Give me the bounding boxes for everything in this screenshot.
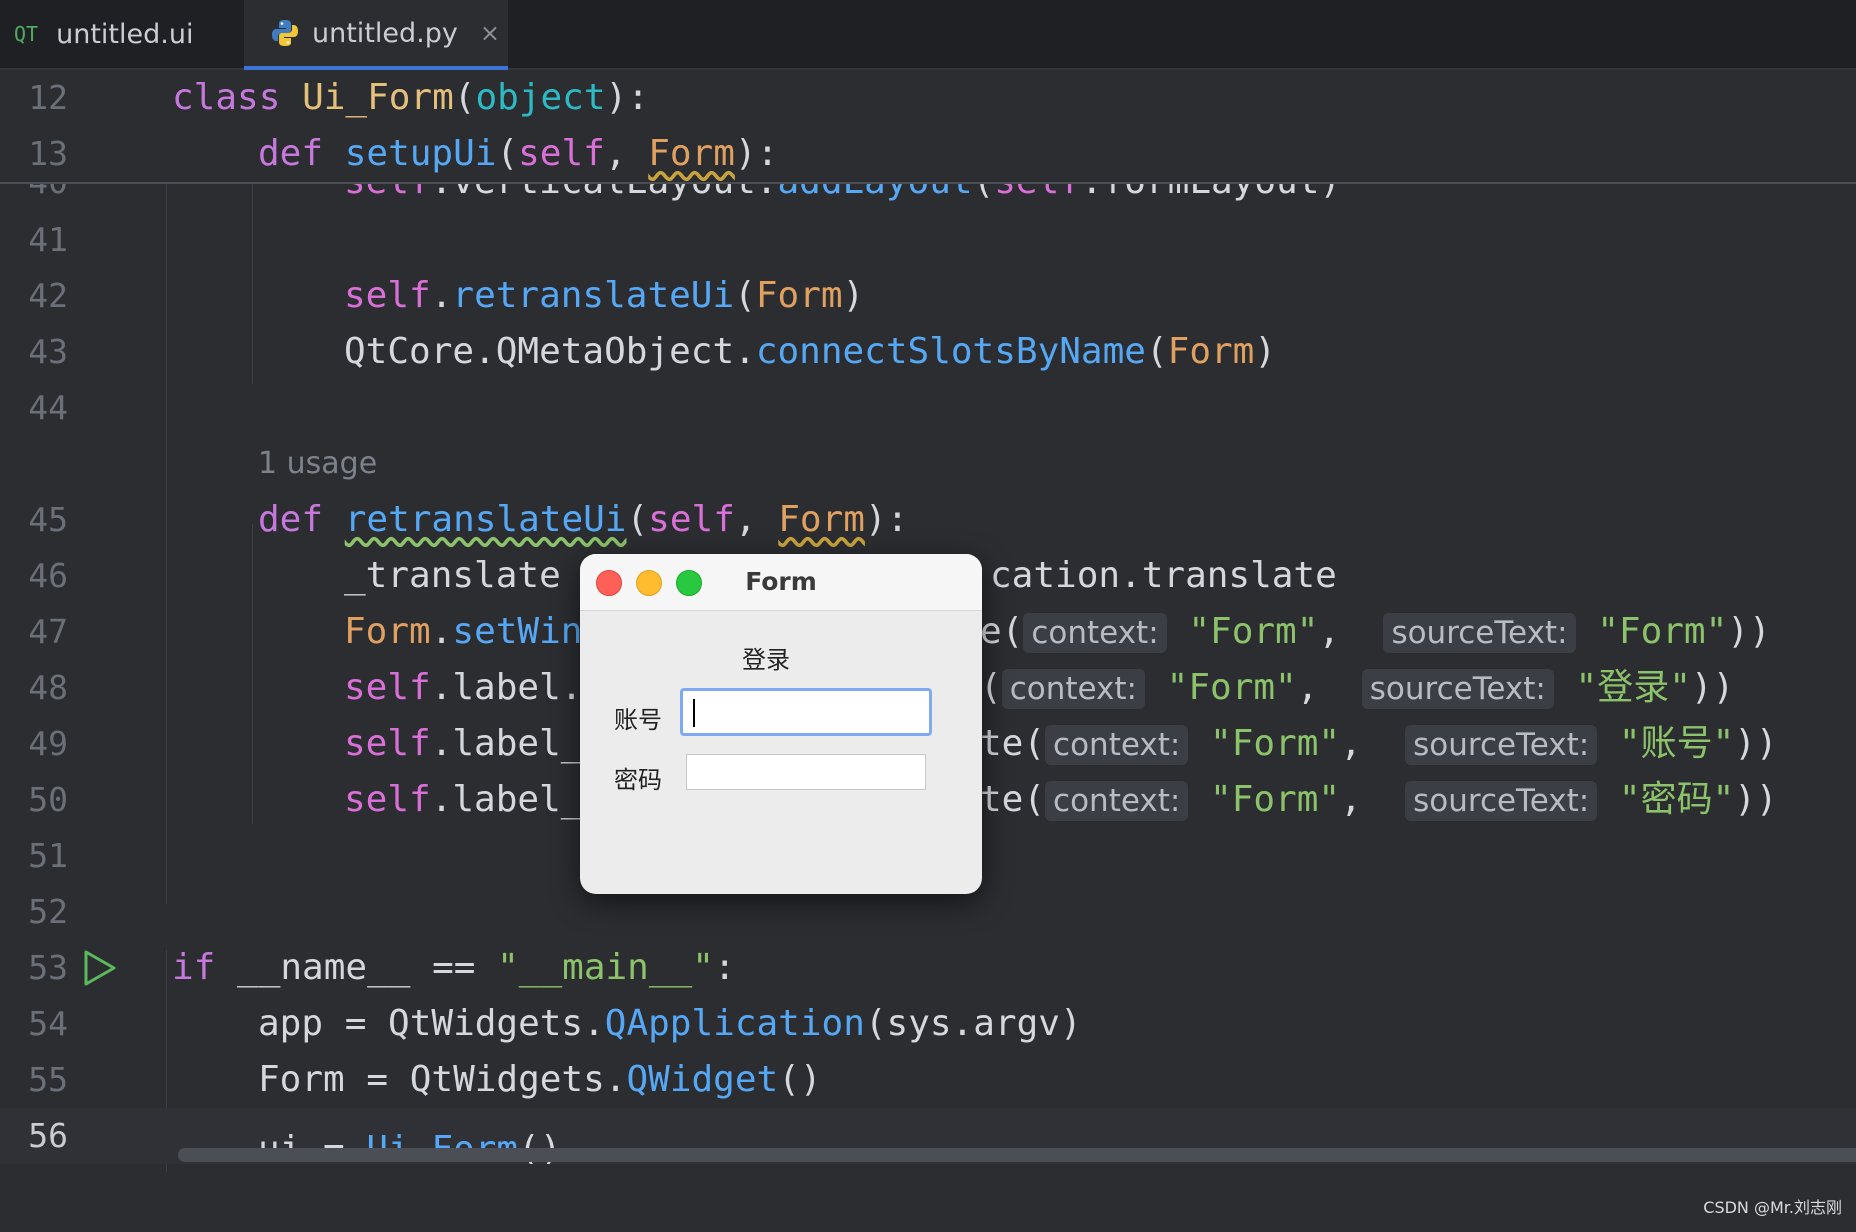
status-area: CSDN @Mr.刘志刚 — [0, 1172, 1856, 1232]
code-text[interactable]: cation.translate — [990, 548, 1337, 604]
code-line: 53 if __name__ == "__main__": — [0, 940, 1856, 996]
code-line: 54 app = QtWidgets.QApplication(sys.argv… — [0, 996, 1856, 1052]
line-number: 13 — [28, 134, 68, 173]
code-text[interactable]: self.retranslateUi(Form) — [344, 268, 864, 324]
code-text[interactable]: _translate — [344, 548, 561, 604]
line-number: 45 — [28, 500, 68, 539]
usage-hint-line: 1 usage — [0, 436, 1856, 492]
code-text[interactable]: def retranslateUi(self, Form): — [258, 492, 908, 548]
password-input[interactable] — [686, 754, 926, 790]
code-line: 43 QtCore.QMetaObject.connectSlotsByName… — [0, 324, 1856, 380]
line-number: 51 — [28, 836, 68, 875]
code-text[interactable]: (context: "Form", sourceText: "登录")) — [980, 660, 1734, 717]
code-line: 42 self.retranslateUi(Form) — [0, 268, 1856, 324]
code-line: 41 — [0, 212, 1856, 268]
dialog-title-bar[interactable]: Form — [580, 554, 982, 611]
tab-label: untitled.py — [312, 17, 458, 49]
code-line: 45 def retranslateUi(self, Form): — [0, 492, 1856, 548]
code-text[interactable]: self.label_ — [344, 716, 582, 772]
line-number: 50 — [28, 780, 68, 819]
code-line: 12 class Ui_Form(object): — [0, 70, 1856, 126]
python-icon — [272, 20, 298, 46]
line-number: 53 — [28, 948, 68, 987]
qt-icon: QT — [14, 22, 39, 46]
line-number: 46 — [28, 556, 68, 595]
line-number: 48 — [28, 668, 68, 707]
tab-untitled-py[interactable]: untitled.py × — [244, 0, 508, 71]
code-text[interactable]: def setupUi(self, Form): — [258, 126, 778, 182]
account-input[interactable] — [680, 688, 932, 736]
line-number: 43 — [28, 332, 68, 371]
line-number: 44 — [28, 388, 68, 427]
code-text[interactable]: Form.setWin — [344, 604, 582, 660]
line-number: 42 — [28, 276, 68, 315]
line-number: 49 — [28, 724, 68, 763]
code-text[interactable]: if __name__ == "__main__": — [172, 940, 736, 996]
code-text[interactable]: class Ui_Form(object): — [172, 70, 649, 126]
dialog-title: Form — [745, 567, 817, 596]
code-text[interactable]: e(context: "Form", sourceText: "Form")) — [980, 604, 1771, 661]
code-line: 44 — [0, 380, 1856, 436]
code-line: 13 def setupUi(self, Form): — [0, 126, 1856, 182]
line-number: 47 — [28, 612, 68, 651]
line-number: 55 — [28, 1060, 68, 1099]
line-number: 41 — [28, 220, 68, 259]
code-text[interactable]: te(context: "Form", sourceText: "密码")) — [980, 772, 1778, 829]
text-caret — [693, 699, 695, 727]
line-number: 52 — [28, 892, 68, 931]
account-label: 账号 — [614, 706, 662, 734]
close-icon[interactable]: × — [480, 19, 500, 47]
code-text[interactable]: self.label_ — [344, 772, 582, 828]
code-text[interactable]: self.label. — [344, 660, 582, 716]
code-text[interactable]: te(context: "Form", sourceText: "账号")) — [980, 716, 1778, 773]
tab-label: untitled.ui — [56, 18, 194, 50]
watermark: CSDN @Mr.刘志刚 — [1703, 1198, 1842, 1217]
horizontal-scrollbar[interactable] — [178, 1148, 1856, 1162]
code-text[interactable]: QtCore.QMetaObject.connectSlotsByName(Fo… — [344, 324, 1276, 380]
code-line: 55 Form = QtWidgets.QWidget() — [0, 1052, 1856, 1108]
usage-hint[interactable]: 1 usage — [258, 436, 377, 492]
form-dialog: Form 登录 账号 密码 — [580, 554, 982, 894]
tab-untitled-ui[interactable]: QT untitled.ui — [14, 0, 193, 68]
sticky-scroll-header: 12 class Ui_Form(object): 13 def setupUi… — [0, 70, 1856, 184]
line-number: 54 — [28, 1004, 68, 1043]
ide-window: QT untitled.ui untitled.py × 12 class Ui… — [0, 0, 1856, 1232]
password-label: 密码 — [614, 766, 662, 794]
code-text[interactable]: Form = QtWidgets.QWidget() — [258, 1052, 822, 1108]
editor-tab-bar: QT untitled.ui untitled.py × — [0, 0, 1856, 71]
line-number: 12 — [28, 78, 68, 117]
line-number: 56 — [28, 1116, 68, 1155]
run-icon[interactable] — [80, 948, 120, 988]
code-text[interactable]: app = QtWidgets.QApplication(sys.argv) — [258, 996, 1082, 1052]
login-heading: 登录 — [742, 646, 790, 674]
